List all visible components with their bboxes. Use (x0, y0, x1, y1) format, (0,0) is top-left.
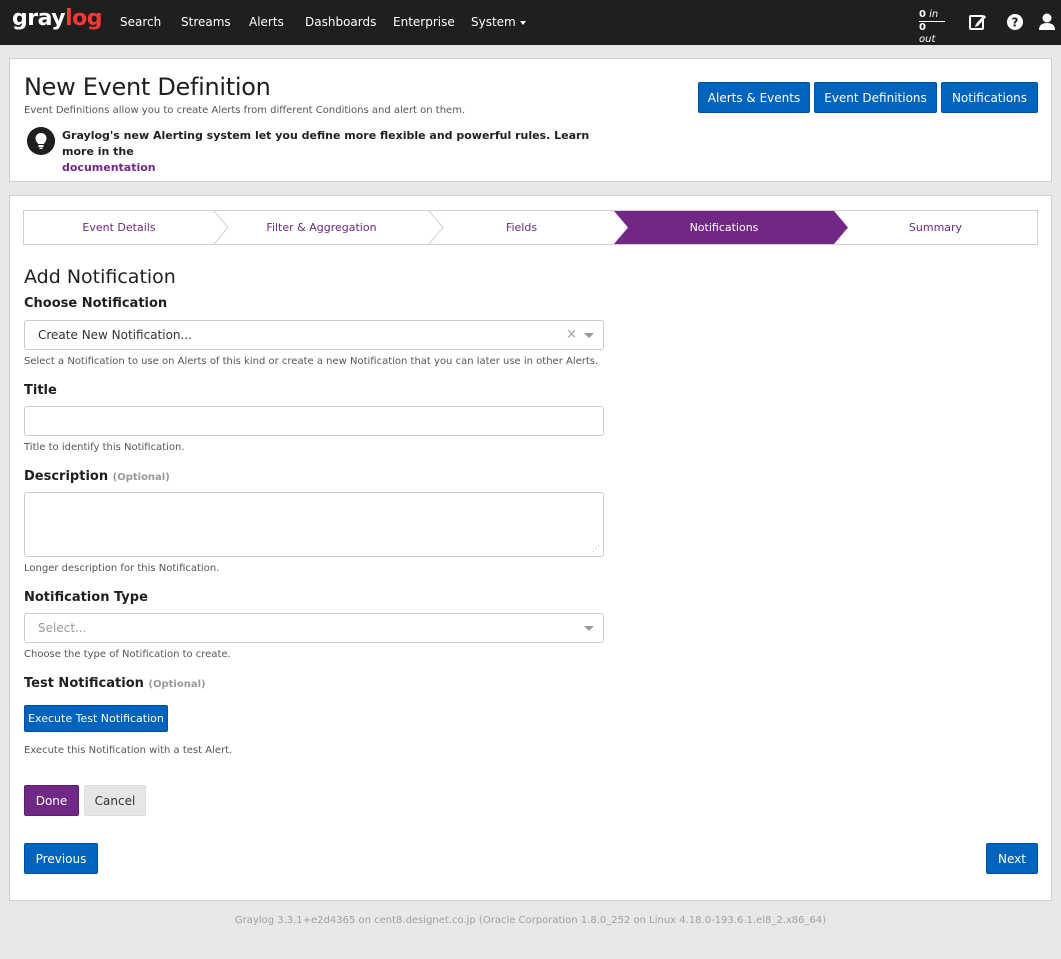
nav-enterprise[interactable]: Enterprise (393, 15, 455, 29)
next-button[interactable]: Next (986, 843, 1038, 874)
notification-type-placeholder: Select... (38, 621, 87, 635)
nav-streams[interactable]: Streams (181, 15, 231, 29)
graylog-logo[interactable]: graylog (12, 6, 103, 31)
cancel-button[interactable]: Cancel (84, 785, 146, 816)
nav-dashboards[interactable]: Dashboards (305, 15, 376, 29)
title-input[interactable] (24, 406, 604, 436)
tip-text: Graylog's new Alerting system let you de… (62, 129, 590, 158)
test-optional-text: (Optional) (148, 679, 206, 690)
brand-main-text: gray (12, 6, 66, 31)
chevron-down-icon (519, 20, 526, 25)
dropdown-caret-icon[interactable] (584, 626, 594, 631)
alerts-events-button[interactable]: Alerts & Events (698, 82, 810, 113)
notification-type-select[interactable]: Select... (24, 613, 604, 643)
nav-alerts[interactable]: Alerts (249, 15, 284, 29)
lightbulb-icon (27, 127, 55, 155)
page-header-panel: New Event Definition Event Definitions a… (9, 58, 1052, 182)
title-help: Title to identify this Notification. (24, 442, 185, 453)
clear-icon[interactable]: × (566, 327, 577, 342)
description-textarea[interactable]: ⋰ (24, 492, 604, 557)
user-icon[interactable] (1037, 12, 1057, 32)
step-filter-aggregation[interactable]: Filter & Aggregation (214, 211, 429, 244)
throughput-out-unit: out (919, 34, 936, 45)
throughput-in-unit: in (929, 9, 939, 20)
previous-button[interactable]: Previous (24, 843, 98, 874)
brand-accent-text: log (65, 6, 103, 31)
event-definitions-button[interactable]: Event Definitions (814, 82, 937, 113)
wizard-panel: Event Details Filter & Aggregation Field… (9, 195, 1052, 901)
throughput-in-value: 0 (919, 9, 926, 20)
step-event-details[interactable]: Event Details (24, 211, 214, 244)
choose-notification-help: Select a Notification to use on Alerts o… (24, 356, 599, 367)
documentation-link[interactable]: documentation (62, 161, 156, 174)
choose-notification-label: Choose Notification (24, 296, 168, 311)
test-notification-help: Execute this Notification with a test Al… (24, 745, 233, 756)
throughput-out-value: 0 (919, 22, 926, 33)
throughput-indicator[interactable]: 0 in 0 out (919, 9, 945, 46)
nav-system[interactable]: System (471, 15, 526, 29)
notification-type-label: Notification Type (24, 590, 148, 605)
nav-system-label: System (471, 15, 516, 29)
footer-version: Graylog 3.3.1+e2d4365 on cent8.designet.… (234, 915, 827, 926)
step-fields[interactable]: Fields (429, 211, 614, 244)
notification-type-help: Choose the type of Notification to creat… (24, 649, 231, 660)
test-notification-label: Test Notification (Optional) (24, 676, 206, 691)
title-label: Title (24, 383, 57, 398)
description-label: Description (Optional) (24, 469, 170, 484)
dropdown-caret-icon[interactable] (584, 333, 594, 338)
test-notification-label-text: Test Notification (24, 676, 144, 691)
top-navbar: graylog Search Streams Alerts Dashboards… (0, 0, 1061, 45)
help-icon[interactable]: ? (1005, 12, 1025, 32)
edit-icon[interactable] (968, 12, 988, 32)
done-button[interactable]: Done (24, 785, 79, 816)
svg-text:?: ? (1012, 16, 1019, 30)
step-summary[interactable]: Summary (834, 211, 1037, 244)
description-label-text: Description (24, 469, 109, 484)
choose-notification-select[interactable]: Create New Notification... × (24, 320, 604, 350)
resize-grip-icon[interactable]: ⋰ (592, 544, 600, 553)
description-optional-text: (Optional) (112, 472, 170, 483)
step-notifications[interactable]: Notifications (614, 211, 834, 244)
page-description: Event Definitions allow you to create Al… (24, 105, 466, 116)
choose-notification-value: Create New Notification... (38, 328, 192, 342)
description-help: Longer description for this Notification… (24, 563, 220, 574)
page-title: New Event Definition (24, 73, 271, 101)
nav-search[interactable]: Search (120, 15, 161, 29)
alerting-tip: Graylog's new Alerting system let you de… (62, 128, 622, 176)
notifications-button[interactable]: Notifications (941, 82, 1038, 113)
execute-test-notification-button[interactable]: Execute Test Notification (24, 705, 168, 732)
add-notification-title: Add Notification (24, 266, 176, 288)
wizard-steps: Event Details Filter & Aggregation Field… (23, 210, 1038, 245)
